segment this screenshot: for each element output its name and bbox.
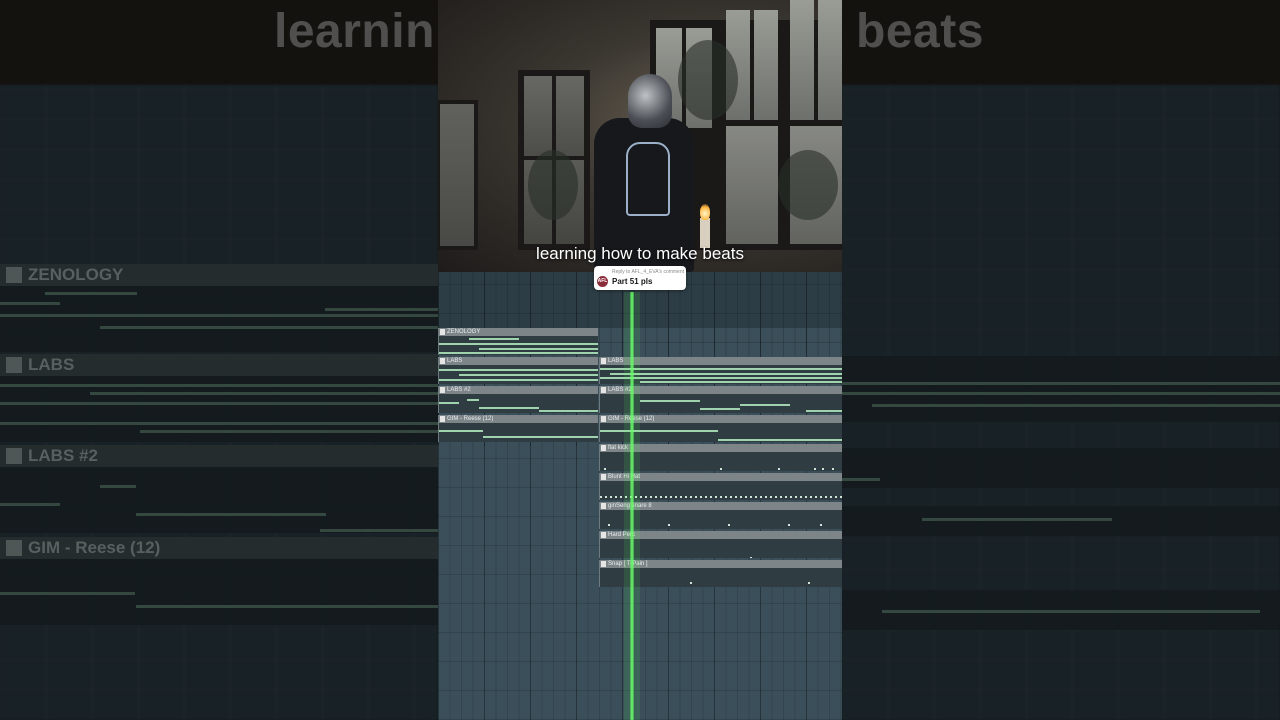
playhead-marker[interactable]	[630, 292, 634, 720]
pattern-clip[interactable]: ZENOLOGY	[438, 328, 598, 355]
video-caption: learning how to make beats	[536, 244, 744, 263]
pattern-clip[interactable]: LABS	[438, 357, 598, 384]
reply-comment-text: Part 51 pls	[612, 277, 653, 286]
shirt-graphic	[626, 142, 670, 216]
pattern-clip[interactable]: LABS #2	[438, 386, 598, 413]
video-frame[interactable]: ZENOLOGY LABS LABS #2 GIM - Reese (12) L…	[438, 0, 842, 720]
candle-flame-icon	[700, 204, 710, 220]
clip-label: GIM - Reese (12)	[439, 415, 598, 423]
comment-reply-sticker[interactable]: AFL Reply to AFL_4_EVA's comment Part 51…	[594, 266, 686, 290]
pattern-clip[interactable]: GIM - Reese (12)	[438, 415, 598, 442]
reply-meta-text: Reply to AFL_4_EVA's comment	[612, 269, 685, 275]
backdrop-left: learnin ZENOLOGY LABS LABS #2 GIM - Rees…	[0, 0, 438, 720]
backdrop-right: beats	[842, 0, 1280, 720]
clip-label: ZENOLOGY	[439, 328, 598, 336]
person-head	[628, 74, 672, 128]
commenter-avatar: AFL	[597, 276, 608, 287]
clip-label: LABS #2	[439, 386, 598, 394]
clip-label: LABS	[439, 357, 598, 365]
room-scene	[438, 0, 842, 272]
playlist-grid[interactable]: ZENOLOGY LABS LABS #2 GIM - Reese (12) L…	[438, 272, 842, 720]
